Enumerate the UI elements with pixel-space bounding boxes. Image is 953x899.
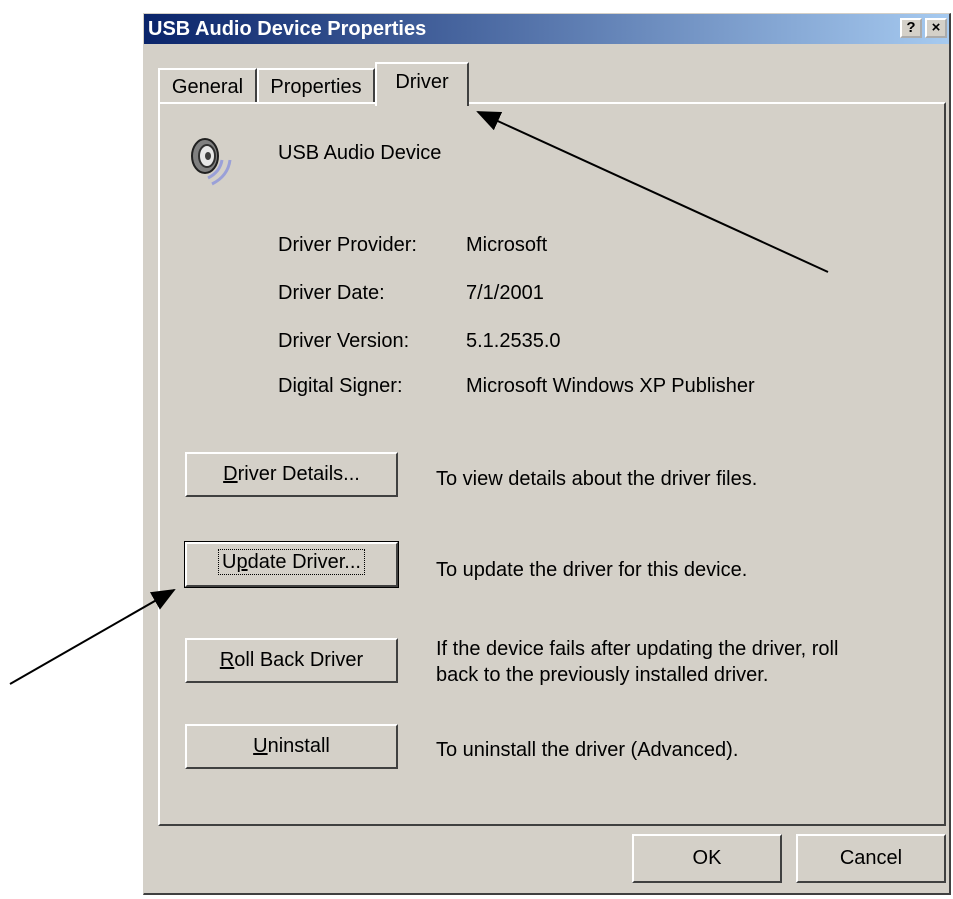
arrow-to-update-driver [9, 589, 176, 685]
tab-driver[interactable]: Driver [375, 62, 469, 106]
annotation-arrows [9, 111, 829, 685]
arrow-to-driver-tab [476, 111, 829, 273]
